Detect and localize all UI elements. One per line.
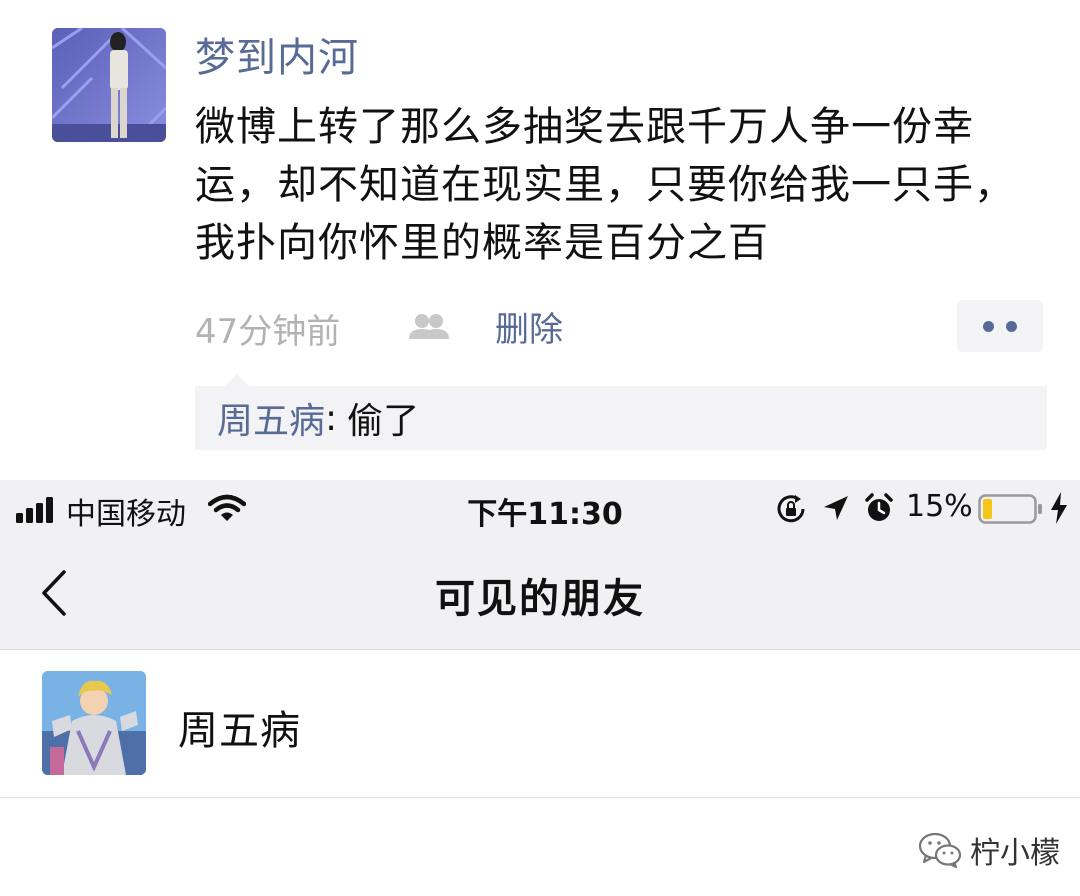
watermark-text: 柠小檬 <box>970 836 1060 871</box>
watermark: 柠小檬 <box>918 828 1060 872</box>
page-title: 可见的朋友 <box>435 576 645 622</box>
wechat-logo-icon <box>918 831 962 869</box>
friend-list-item[interactable]: 周五病 <box>0 650 1080 798</box>
friend-name: 周五病 <box>178 708 301 754</box>
comment-pointer <box>225 374 249 386</box>
alarm-clock-icon <box>864 493 894 523</box>
post-content: 微博上转了那么多抽奖去跟千万人争一份幸运，却不知道在现实里，只要你给我一只手，我… <box>195 104 1015 266</box>
comment-text: 偷了 <box>347 401 420 442</box>
two-dots-icon <box>1006 320 1017 332</box>
location-arrow-icon <box>822 494 850 522</box>
comment-colon: : <box>325 397 338 439</box>
delete-button[interactable]: 删除 <box>495 302 563 351</box>
post-author-name[interactable]: 梦到内河 <box>195 28 359 88</box>
comment-item[interactable]: 周五病 : 偷了 <box>195 386 1047 450</box>
post-timestamp: 47分钟前 <box>195 312 341 352</box>
friend-avatar[interactable] <box>42 671 146 775</box>
comment-author[interactable]: 周五病 <box>217 392 325 444</box>
more-actions-button[interactable] <box>957 300 1043 352</box>
rotation-lock-icon <box>776 494 806 524</box>
two-dots-icon <box>983 320 994 332</box>
post-meta-row: 47分钟前 删除 <box>195 300 1045 352</box>
charging-bolt-icon <box>1050 492 1068 524</box>
battery-icon <box>978 494 1044 524</box>
two-people-icon[interactable] <box>407 312 451 340</box>
battery-percentage: 15% <box>906 489 973 524</box>
moments-post: 梦到内河 微博上转了那么多抽奖去跟千万人争一份幸运，却不知道在现实里，只要你给我… <box>0 0 1080 480</box>
post-author-avatar[interactable] <box>52 28 166 142</box>
status-bar: 中国移动 下午11:30 15% <box>0 480 1080 536</box>
navigation-bar: 可见的朋友 <box>0 536 1080 650</box>
